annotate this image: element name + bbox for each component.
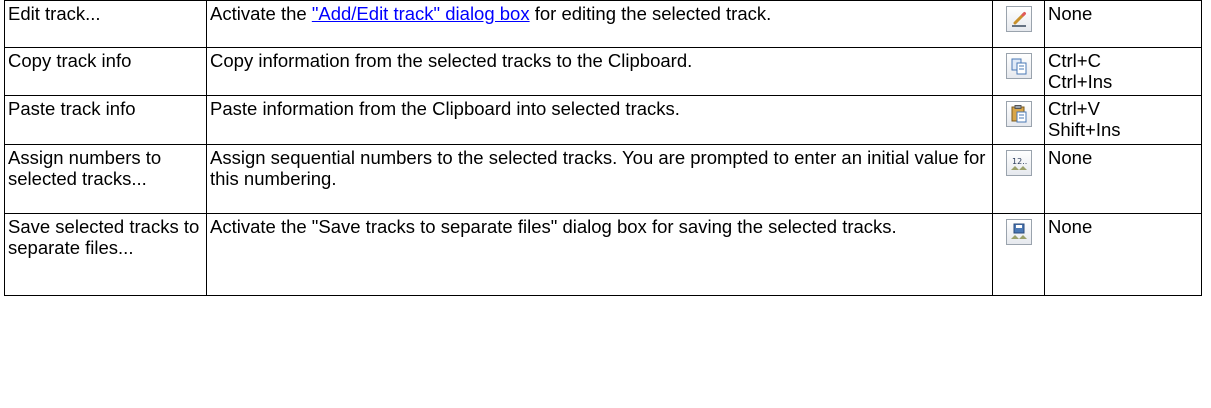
command-name: Save selected tracks to separate files..… <box>4 213 207 296</box>
numbering-icon: 12.. <box>1005 150 1032 176</box>
table-row: Assign numbers to selected tracks... Ass… <box>4 144 1202 214</box>
add-edit-track-dialog-link[interactable]: "Add/Edit track" dialog box <box>312 3 530 24</box>
shortcut-cell: None <box>1044 0 1202 48</box>
shortcut-cell: None <box>1044 144 1202 214</box>
table-row: Paste track info Paste information from … <box>4 95 1202 145</box>
shortcut: Ctrl+V <box>1048 98 1100 119</box>
copy-icon <box>1005 53 1032 79</box>
table-row: Copy track info Copy information from th… <box>4 47 1202 96</box>
icon-cell <box>992 213 1045 296</box>
command-name: Assign numbers to selected tracks... <box>4 144 207 214</box>
shortcut: Shift+Ins <box>1048 119 1121 140</box>
svg-text:12..: 12.. <box>1012 157 1027 166</box>
shortcut: Ctrl+Ins <box>1048 71 1113 92</box>
command-table: Edit track... Activate the "Add/Edit tra… <box>4 0 1202 296</box>
icon-cell <box>992 95 1045 145</box>
shortcut: None <box>1048 147 1093 168</box>
icon-cell <box>992 0 1045 48</box>
shortcut: None <box>1048 216 1093 237</box>
icon-cell: 12.. <box>992 144 1045 214</box>
command-description: Copy information from the selected track… <box>206 47 993 96</box>
command-name: Edit track... <box>4 0 207 48</box>
description-text: Activate the <box>210 3 312 24</box>
paste-clipboard-icon <box>1005 101 1032 127</box>
command-description: Activate the "Add/Edit track" dialog box… <box>206 0 993 48</box>
edit-pencil-icon <box>1005 6 1032 32</box>
shortcut: None <box>1048 3 1093 24</box>
shortcut-cell: Ctrl+V Shift+Ins <box>1044 95 1202 145</box>
shortcut: Ctrl+C <box>1048 50 1101 71</box>
save-disk-icon <box>1005 219 1032 245</box>
description-text: for editing the selected track. <box>529 3 772 24</box>
command-description: Paste information from the Clipboard int… <box>206 95 993 145</box>
table-row: Save selected tracks to separate files..… <box>4 213 1202 296</box>
command-name: Copy track info <box>4 47 207 96</box>
shortcut-cell: None <box>1044 213 1202 296</box>
command-description: Assign sequential numbers to the selecte… <box>206 144 993 214</box>
table-row: Edit track... Activate the "Add/Edit tra… <box>4 0 1202 48</box>
shortcut-cell: Ctrl+C Ctrl+Ins <box>1044 47 1202 96</box>
icon-cell <box>992 47 1045 96</box>
command-name: Paste track info <box>4 95 207 145</box>
command-description: Activate the "Save tracks to separate fi… <box>206 213 993 296</box>
